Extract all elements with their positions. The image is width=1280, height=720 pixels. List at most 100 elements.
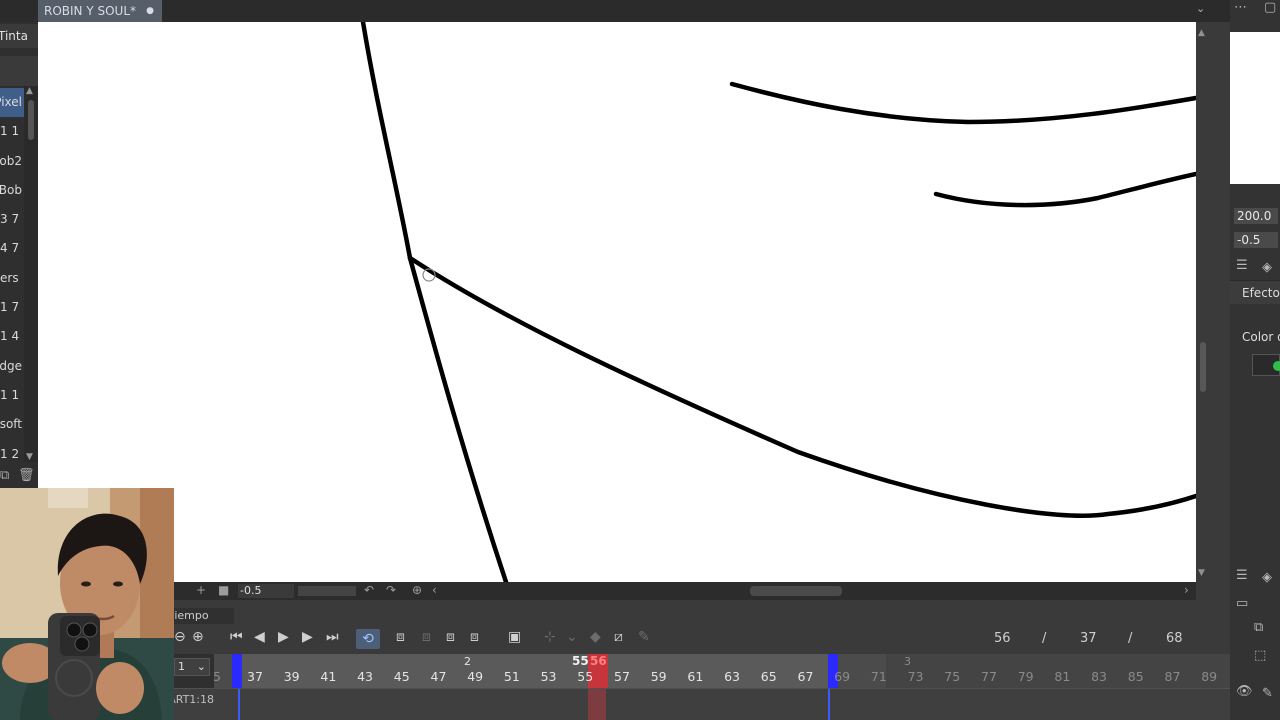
counter-separator: / xyxy=(1042,631,1047,646)
onion-skin-icon[interactable]: ▣ xyxy=(508,629,521,645)
webcam-person-image xyxy=(0,488,174,720)
brush-list-item[interactable]: 2 1 xyxy=(0,440,24,469)
tinta-tab[interactable]: Tinta xyxy=(0,24,38,48)
step-back-icon[interactable]: ◀ xyxy=(254,629,265,645)
scrollbar-thumb[interactable] xyxy=(1200,342,1206,392)
rotation-field[interactable]: -0.5 xyxy=(238,584,294,598)
zoom-plus-icon[interactable]: + xyxy=(196,583,206,597)
current-frame-label-highlight: 56 xyxy=(590,654,607,668)
webcam-overlay xyxy=(0,488,174,720)
brush-list-item[interactable]: 7 3 xyxy=(0,205,24,234)
brush-list-item[interactable]: 7 1 xyxy=(0,293,24,322)
chevron-down-icon[interactable]: ⌄ xyxy=(566,629,578,645)
rotation-value-field[interactable]: -0.5 xyxy=(1234,232,1278,248)
ruler-frame-number: 77 xyxy=(981,669,997,684)
brush-list-item[interactable]: 1 1 xyxy=(0,117,24,146)
panel-spacer xyxy=(0,56,38,86)
canvas-vertical-scrollbar[interactable]: ▲ ▼ xyxy=(1196,22,1210,584)
left-brush-panel: Tinta Pixel1 1Bob2Bob7 37 4ers7 14 1dge1… xyxy=(0,22,38,488)
brush-list-item[interactable]: 4 1 xyxy=(0,322,24,351)
menu-icon[interactable]: ☰ xyxy=(1236,258,1248,273)
brush-list-item[interactable]: ers xyxy=(0,264,24,293)
keyframe-icon[interactable]: ⊹ xyxy=(544,629,556,645)
color-swatch[interactable] xyxy=(1252,354,1280,376)
chevron-up-icon[interactable]: ▲ xyxy=(1198,28,1205,38)
brush-list-item[interactable]: Bob2 xyxy=(0,147,24,176)
horizontal-scroll-thumb[interactable] xyxy=(750,586,842,596)
efecto-row[interactable]: Efecto xyxy=(1230,280,1280,304)
document-tab[interactable]: ROBIN Y SOUL* ● xyxy=(38,0,162,22)
ruler-frame-number: 67 xyxy=(797,669,814,684)
efecto-label: Efecto xyxy=(1242,286,1280,300)
layer-property-icon[interactable]: ◈ xyxy=(1262,260,1272,275)
modified-dot-icon[interactable]: ● xyxy=(146,0,154,22)
pen-icon[interactable]: ✎ xyxy=(1262,686,1273,701)
menu-icon[interactable]: ☰ xyxy=(1236,568,1248,583)
step-forward-icon[interactable]: ▶ xyxy=(302,629,313,645)
ruler-frame-number: 51 xyxy=(503,669,520,684)
brush-list-item[interactable]: dge xyxy=(0,352,24,381)
drawing-canvas[interactable] xyxy=(38,22,1196,582)
reset-rotation-icon[interactable]: ⊕ xyxy=(412,583,422,597)
start-frame: 37 xyxy=(1080,631,1097,646)
timeline-track[interactable]: ART1:18 xyxy=(174,688,1230,720)
chevron-down-icon[interactable]: ▼ xyxy=(26,452,33,462)
ruler-frame-number: 87 xyxy=(1164,669,1181,684)
right-properties-panel: ⋯ ▢ 200.0 -0.5 ☰ ◈ Efecto Color d ☰ ◈ ▭ … xyxy=(1230,0,1280,720)
zoom-in-icon[interactable]: ⊕ xyxy=(192,629,204,645)
chevron-up-icon[interactable]: ▲ xyxy=(26,86,33,96)
zoom-out-icon[interactable]: ⊖ xyxy=(174,629,186,645)
edit-keyframe-icon[interactable]: ⧄ xyxy=(614,629,623,645)
brush-list-item[interactable]: Bob xyxy=(0,176,24,205)
scrollbar-thumb[interactable] xyxy=(28,100,34,140)
fill-icon[interactable]: ⬚ xyxy=(1254,648,1266,663)
layer-folder-icon[interactable]: ▭ xyxy=(1236,596,1248,611)
duplicate-icon[interactable]: ⧉ xyxy=(0,468,9,483)
ruler-frame-number: 63 xyxy=(724,669,740,684)
pencil-icon[interactable]: ✎ xyxy=(638,629,650,645)
cel-list-icon[interactable]: ⧈ xyxy=(470,629,479,645)
chevron-down-icon[interactable]: ▼ xyxy=(1198,568,1205,578)
timeline-panel: tiempo ⊖ ⊕ ⏮ ◀ ▶ ▶ ⏭ ⧈ ⧈ ⧈ ⧈ ▣ ⊹ ⌄ ◆ ⧄ ✎… xyxy=(174,600,1230,720)
layer-select[interactable]: 1 ⌄ xyxy=(174,658,210,676)
skip-back-icon[interactable]: ⏮ xyxy=(230,629,243,645)
brush-list-actions: ⧉ 🗑 xyxy=(0,466,38,488)
rotate-right-icon[interactable]: ↷ xyxy=(386,583,396,597)
brush-list-scrollbar[interactable]: ▲ ▼ xyxy=(24,86,38,462)
zoom-value-field[interactable]: 200.0 xyxy=(1234,208,1278,224)
keyframe-diamond-icon[interactable]: ◆ xyxy=(590,629,601,645)
timeline-tab[interactable]: tiempo xyxy=(174,608,234,624)
new-animation-folder-icon[interactable]: ⧈ xyxy=(396,629,405,645)
new-layer-icon[interactable]: ⧉ xyxy=(1254,620,1263,635)
panel-icon[interactable]: ▢ xyxy=(1264,0,1276,15)
layers-icon[interactable]: ◈ xyxy=(1262,570,1272,585)
chevron-left-icon[interactable]: ‹ xyxy=(432,583,437,597)
specify-cel-icon[interactable]: ⧈ xyxy=(446,629,455,645)
rotation-slider[interactable] xyxy=(298,586,356,596)
rotate-left-icon[interactable]: ↶ xyxy=(364,583,374,597)
new-cel-icon[interactable]: ⧈ xyxy=(422,629,431,645)
play-icon[interactable]: ▶ xyxy=(278,629,289,645)
navigator-preview[interactable] xyxy=(1230,32,1280,184)
loop-icon[interactable]: ⟲ xyxy=(356,629,380,649)
playhead-line xyxy=(588,689,606,720)
track-header-area: 1 ⌄ xyxy=(174,654,214,688)
ruler-second-marker: 3 xyxy=(904,655,911,668)
square-icon[interactable]: ■ xyxy=(218,583,229,597)
brush-list-item[interactable]: 1 1 xyxy=(0,381,24,410)
trash-icon[interactable]: 🗑 xyxy=(18,468,35,483)
chevron-right-icon[interactable]: › xyxy=(1184,583,1189,597)
menu-icon[interactable]: ⋯ xyxy=(1234,0,1247,15)
brush-list-item[interactable]: Pixel xyxy=(0,88,24,118)
eye-icon[interactable]: 👁 xyxy=(1236,684,1253,699)
ruler-frame-number: 73 xyxy=(907,669,924,684)
skip-forward-icon[interactable]: ⏭ xyxy=(326,629,339,645)
chevron-down-icon[interactable]: ⌄ xyxy=(1196,2,1205,15)
brush-list-item[interactable]: soft xyxy=(0,410,24,439)
range-start-marker[interactable] xyxy=(232,654,242,688)
ruler-partial-number: 5 xyxy=(213,669,221,684)
ruler-frame-number: 47 xyxy=(430,669,447,684)
chevron-down-icon: ⌄ xyxy=(196,660,206,673)
brush-list-item[interactable]: 7 4 xyxy=(0,234,24,263)
frame-ruler[interactable]: 55 56 5 37 39 41 43 45 47 49 51 53 55 57 59 61 63 65 67… xyxy=(213,654,1230,688)
